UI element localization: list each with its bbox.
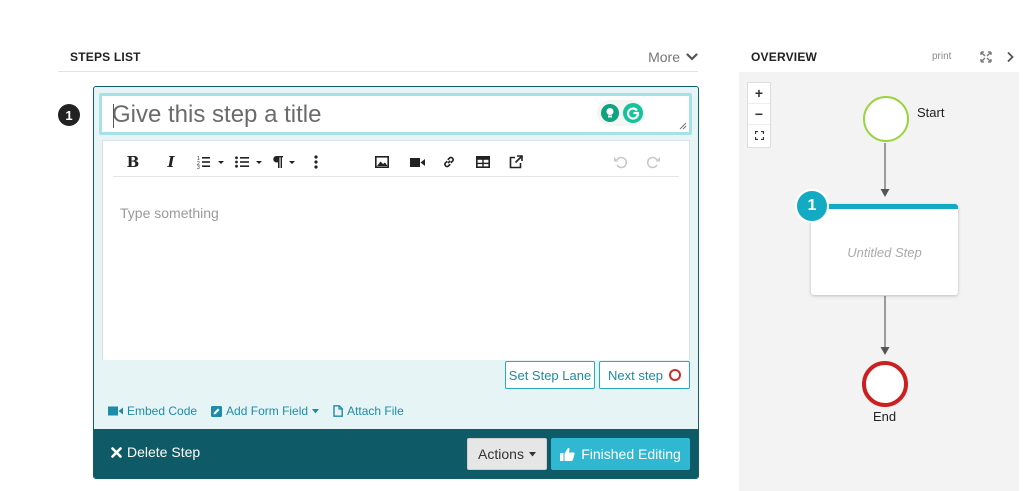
insert-video-button[interactable] bbox=[408, 151, 426, 173]
delete-step-button[interactable]: Delete Step bbox=[111, 444, 200, 460]
next-step-button[interactable]: Next step bbox=[599, 361, 690, 389]
editor-toolbar: B I 123 bbox=[113, 147, 679, 177]
overview-canvas[interactable]: + − Start Untitled Step 1 End bbox=[739, 72, 1019, 491]
start-node-label: Start bbox=[917, 105, 945, 120]
video-icon bbox=[409, 157, 425, 167]
grammarly-icon bbox=[623, 103, 643, 123]
fit-view-button[interactable] bbox=[748, 125, 770, 146]
attachment-actions: Embed Code Add Form Field Attach File bbox=[108, 402, 404, 420]
paragraph-icon bbox=[273, 156, 295, 168]
thumbs-up-icon bbox=[560, 447, 575, 461]
chevron-right-icon[interactable] bbox=[1003, 50, 1017, 64]
delete-step-label: Delete Step bbox=[127, 444, 201, 460]
actions-label: Actions bbox=[478, 446, 524, 462]
zoom-controls: + − bbox=[747, 82, 771, 148]
redo-button[interactable] bbox=[645, 151, 663, 173]
embed-code-button[interactable]: Embed Code bbox=[108, 404, 197, 418]
end-circle-icon bbox=[668, 369, 681, 381]
chevron-down-icon bbox=[686, 53, 698, 61]
pencil-square-icon bbox=[211, 405, 223, 417]
step-card-footer: Delete Step Actions Finished Editing bbox=[94, 429, 698, 478]
lightbulb-icon bbox=[601, 104, 619, 122]
embed-code-label: Embed Code bbox=[127, 404, 198, 418]
grammarly-widget[interactable] bbox=[597, 100, 645, 126]
print-link[interactable]: print bbox=[932, 51, 951, 62]
step-node[interactable]: Untitled Step bbox=[811, 204, 958, 295]
video-camera-icon bbox=[108, 406, 123, 416]
paragraph-button[interactable] bbox=[273, 151, 299, 173]
ordered-list-icon: 123 bbox=[197, 156, 224, 169]
actions-dropdown-button[interactable]: Actions bbox=[467, 438, 547, 470]
more-button[interactable]: More bbox=[648, 49, 698, 65]
italic-button[interactable]: I bbox=[163, 151, 179, 173]
close-icon bbox=[111, 446, 122, 458]
set-step-lane-button[interactable]: Set Step Lane bbox=[505, 361, 595, 389]
next-step-label: Next step bbox=[608, 367, 663, 383]
overview-header: OVERVIEW print bbox=[739, 48, 1019, 72]
step-number-badge: 1 bbox=[58, 104, 80, 126]
zoom-in-button[interactable]: + bbox=[748, 83, 770, 104]
insert-image-button[interactable] bbox=[373, 151, 391, 173]
fit-screen-icon bbox=[754, 131, 764, 140]
more-label: More bbox=[648, 49, 680, 65]
table-icon bbox=[476, 156, 490, 168]
image-icon bbox=[375, 156, 389, 168]
attach-file-label: Attach File bbox=[347, 404, 404, 418]
text-caret bbox=[113, 104, 114, 128]
rich-text-editor: B I 123 Type something bbox=[102, 140, 690, 360]
end-node-label: End bbox=[873, 409, 897, 424]
bold-button[interactable]: B bbox=[125, 151, 141, 173]
steps-list-title: STEPS LIST bbox=[70, 50, 141, 64]
svg-text:3: 3 bbox=[197, 165, 200, 169]
bullet-list-button[interactable] bbox=[235, 151, 265, 173]
step-node-label: Untitled Step bbox=[847, 244, 922, 260]
finished-editing-label: Finished Editing bbox=[581, 446, 681, 462]
expand-icon[interactable] bbox=[979, 50, 993, 64]
external-link-icon bbox=[509, 155, 523, 169]
end-node[interactable] bbox=[862, 361, 908, 407]
attach-file-button[interactable]: Attach File bbox=[333, 404, 404, 418]
add-form-field-label: Add Form Field bbox=[226, 404, 309, 418]
zoom-out-button[interactable]: − bbox=[748, 104, 770, 125]
editor-placeholder[interactable]: Type something bbox=[120, 205, 219, 221]
step-title-field-wrapper bbox=[99, 93, 692, 135]
caret-down-icon bbox=[528, 451, 536, 456]
redo-icon bbox=[647, 156, 660, 169]
insert-link-button[interactable] bbox=[440, 151, 458, 173]
step-title-input[interactable] bbox=[112, 101, 592, 129]
undo-button[interactable] bbox=[611, 151, 629, 173]
vertical-dots-icon bbox=[314, 155, 318, 169]
open-external-button[interactable] bbox=[507, 151, 525, 173]
resize-handle-icon[interactable] bbox=[679, 122, 687, 130]
undo-icon bbox=[614, 156, 627, 169]
more-options-button[interactable] bbox=[311, 151, 321, 173]
finished-editing-button[interactable]: Finished Editing bbox=[551, 438, 690, 470]
set-step-lane-label: Set Step Lane bbox=[508, 367, 592, 383]
step-editor-card: B I 123 bbox=[93, 86, 699, 479]
add-form-field-button[interactable]: Add Form Field bbox=[211, 404, 320, 418]
steps-list-header: STEPS LIST More bbox=[58, 48, 698, 72]
overview-title: OVERVIEW bbox=[751, 50, 818, 64]
file-icon bbox=[333, 405, 343, 417]
start-node[interactable] bbox=[863, 96, 909, 142]
bullet-list-icon bbox=[235, 156, 262, 168]
step-node-number-badge: 1 bbox=[795, 189, 829, 223]
ordered-list-button[interactable]: 123 bbox=[197, 151, 227, 173]
page: STEPS LIST More 1 B I bbox=[0, 0, 1024, 491]
caret-down-icon bbox=[312, 408, 320, 413]
insert-table-button[interactable] bbox=[474, 151, 492, 173]
link-icon bbox=[444, 156, 454, 168]
